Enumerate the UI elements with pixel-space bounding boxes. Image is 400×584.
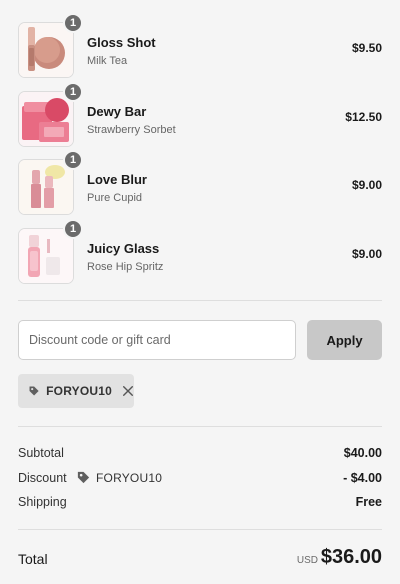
discount-code-display: FORYOU10	[76, 470, 162, 485]
product-variant: Rose Hip Spritz	[87, 261, 164, 273]
product-price: $12.50	[345, 110, 382, 124]
discount-value: - $4.00	[343, 471, 382, 485]
cart-line-item: 1 Gloss Shot Milk Tea $9.50	[18, 13, 382, 80]
subtotal-label: Subtotal	[18, 446, 64, 460]
apply-discount-button[interactable]: Apply	[307, 320, 382, 360]
product-thumbnail: 1	[18, 219, 83, 284]
divider	[18, 300, 382, 301]
quantity-badge: 1	[63, 219, 83, 239]
shipping-row: Shipping Free	[18, 495, 382, 513]
quantity-badge: 1	[63, 82, 83, 102]
shipping-value: Free	[355, 495, 382, 509]
applied-discount-code: FORYOU10	[46, 384, 112, 398]
discount-label: Discount	[18, 471, 67, 485]
lip-oil-product-image	[19, 229, 73, 283]
blush-palette-product-image	[19, 92, 73, 146]
cart-line-item: 1 Love Blur Pure Cupid $9.00	[18, 150, 382, 217]
product-variant: Pure Cupid	[87, 192, 143, 204]
lipstick-product-image	[19, 160, 73, 214]
product-thumbnail: 1	[18, 150, 83, 215]
cart-line-item: 1 Dewy Bar Strawberry Sorbet $12.50	[18, 82, 382, 149]
product-price: $9.00	[351, 247, 382, 261]
currency-code: USD	[296, 555, 318, 566]
quantity-badge: 1	[63, 150, 83, 170]
quantity-badge: 1	[63, 13, 83, 33]
product-variant: Strawberry Sorbet	[87, 124, 176, 136]
cart-line-item: 1 Juicy Glass Rose Hip Spritz $9.00	[18, 219, 382, 286]
product-thumbnail: 1	[18, 13, 83, 78]
discount-code-input[interactable]	[18, 320, 296, 360]
product-price: $9.00	[351, 178, 382, 192]
product-variant: Milk Tea	[87, 55, 128, 67]
divider	[18, 426, 382, 427]
subtotal-value: $40.00	[343, 446, 382, 460]
product-price: $9.50	[351, 41, 382, 55]
discount-row: Discount FORYOU10 - $4.00	[18, 471, 382, 489]
product-name: Juicy Glass	[87, 241, 160, 256]
subtotal-row: Subtotal $40.00	[18, 446, 382, 464]
lip-gloss-product-image	[19, 23, 73, 77]
discount-code-text: FORYOU10	[96, 470, 163, 485]
total-value: $36.00	[320, 546, 382, 568]
total-label: Total	[18, 551, 48, 567]
product-name: Dewy Bar	[87, 104, 147, 119]
product-name: Gloss Shot	[87, 35, 156, 50]
product-name: Love Blur	[87, 172, 147, 187]
tag-icon	[77, 471, 90, 484]
remove-discount-icon[interactable]	[122, 384, 134, 398]
product-thumbnail: 1	[18, 82, 83, 147]
shipping-label: Shipping	[18, 495, 67, 509]
applied-discount-tag: FORYOU10	[18, 374, 134, 408]
divider	[18, 529, 382, 530]
tag-icon	[29, 386, 39, 396]
